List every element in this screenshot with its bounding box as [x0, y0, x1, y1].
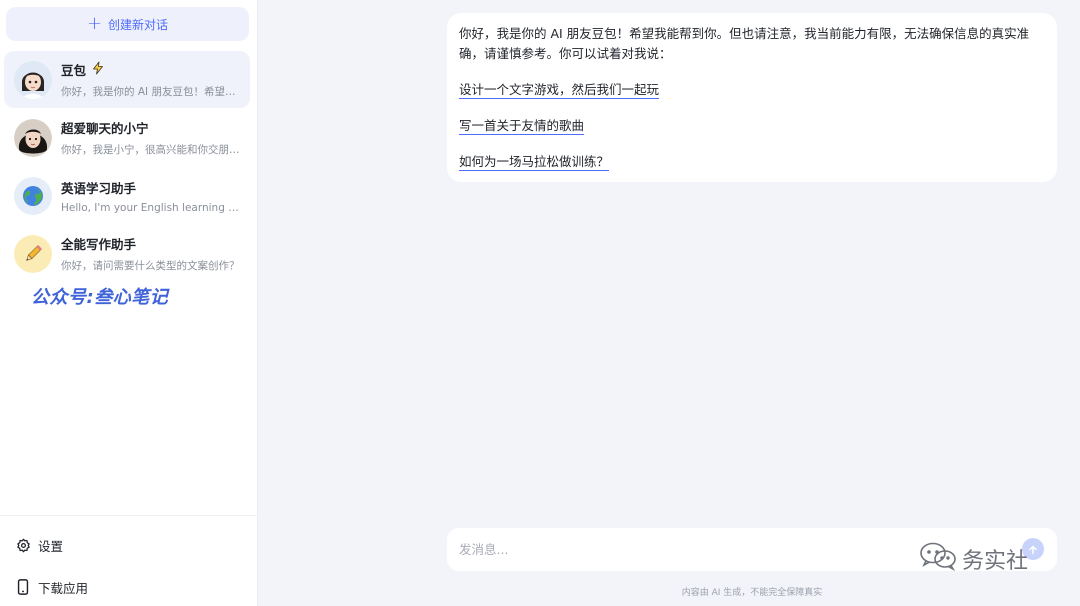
- conversation-item-writing[interactable]: 全能写作助手 你好，请问需要什么类型的文案创作？: [4, 225, 250, 282]
- message-input[interactable]: [459, 542, 899, 557]
- ai-disclaimer: 内容由 AI 生成，不能完全保障真实: [681, 588, 823, 598]
- conversation-item-english[interactable]: 英语学习助手 Hello, I'm your English learning …: [4, 167, 250, 224]
- watermark-logo: 务实社: [918, 541, 1028, 577]
- suggestion-link[interactable]: 写一首关于友情的歌曲: [459, 117, 585, 135]
- sidebar: + 创建新对话 豆包 你好，我是你的 AI 朋友豆包！希望我 超爱聊天的小宁 你…: [0, 0, 258, 606]
- conversation-title: 英语学习助手: [61, 180, 137, 196]
- assistant-message: 你好，我是你的 AI 朋友豆包！希望我能帮到你。但也请注意，我当前能力有限，无法…: [447, 13, 1057, 182]
- settings-label: 设置: [38, 538, 64, 554]
- doubao-avatar: [14, 60, 52, 99]
- suggestion-link[interactable]: 设计一个文字游戏，然后我们一起玩: [459, 81, 660, 99]
- gear-icon: [15, 537, 31, 553]
- sidebar-footer: 设置 下载应用: [0, 515, 258, 606]
- settings-button[interactable]: 设置: [0, 524, 258, 566]
- watermark-logo-text: 务实社: [962, 549, 1029, 574]
- new-chat-button[interactable]: + 创建新对话: [6, 7, 249, 41]
- xiaoning-avatar: [14, 118, 52, 157]
- suggestion-link[interactable]: 如何为一场马拉松做训练？: [459, 153, 610, 171]
- send-arrow-icon: [1028, 540, 1038, 559]
- pencil-icon: [14, 234, 52, 273]
- wechat-icon: [918, 541, 958, 577]
- conversation-list: 豆包 你好，我是你的 AI 朋友豆包！希望我能帮到你。: [4, 51, 250, 283]
- conversation-preview: 你好，我是你的 AI 朋友豆包！希望我能帮到你。: [61, 86, 241, 98]
- conversation-title: 全能写作助手: [61, 237, 137, 252]
- download-label: 下载应用: [38, 580, 89, 596]
- message-text: 你好，我是你的 AI 朋友豆包！希望我能帮到你。但也请注意，我当前能力有限，无法…: [459, 26, 1030, 61]
- conversation-preview: 你好，请问需要什么类型的文案创作？: [61, 260, 240, 272]
- conversation-title: 超爱聊天的小宁: [61, 121, 149, 136]
- conversation-preview: Hello, I'm your English learning assista…: [61, 201, 241, 214]
- globe-icon: [14, 176, 52, 215]
- watermark-text: 公众号:叁心笔记: [31, 287, 169, 308]
- download-app-button[interactable]: 下载应用: [0, 566, 258, 606]
- plus-icon: +: [86, 13, 103, 34]
- phone-icon: [15, 579, 31, 595]
- new-chat-label: 创建新对话: [108, 17, 169, 32]
- conversation-preview: 你好，我是小宁，很高兴能和你交朋友。: [61, 144, 241, 156]
- conversation-item-xiaoning[interactable]: 超爱聊天的小宁 你好，我是小宁，很高兴能和你交朋友。: [4, 109, 250, 166]
- lightning-icon: [91, 61, 105, 78]
- conversation-title: 豆包: [61, 63, 87, 78]
- conversation-item-doubao[interactable]: 豆包 你好，我是你的 AI 朋友豆包！希望我能帮到你。: [4, 51, 250, 108]
